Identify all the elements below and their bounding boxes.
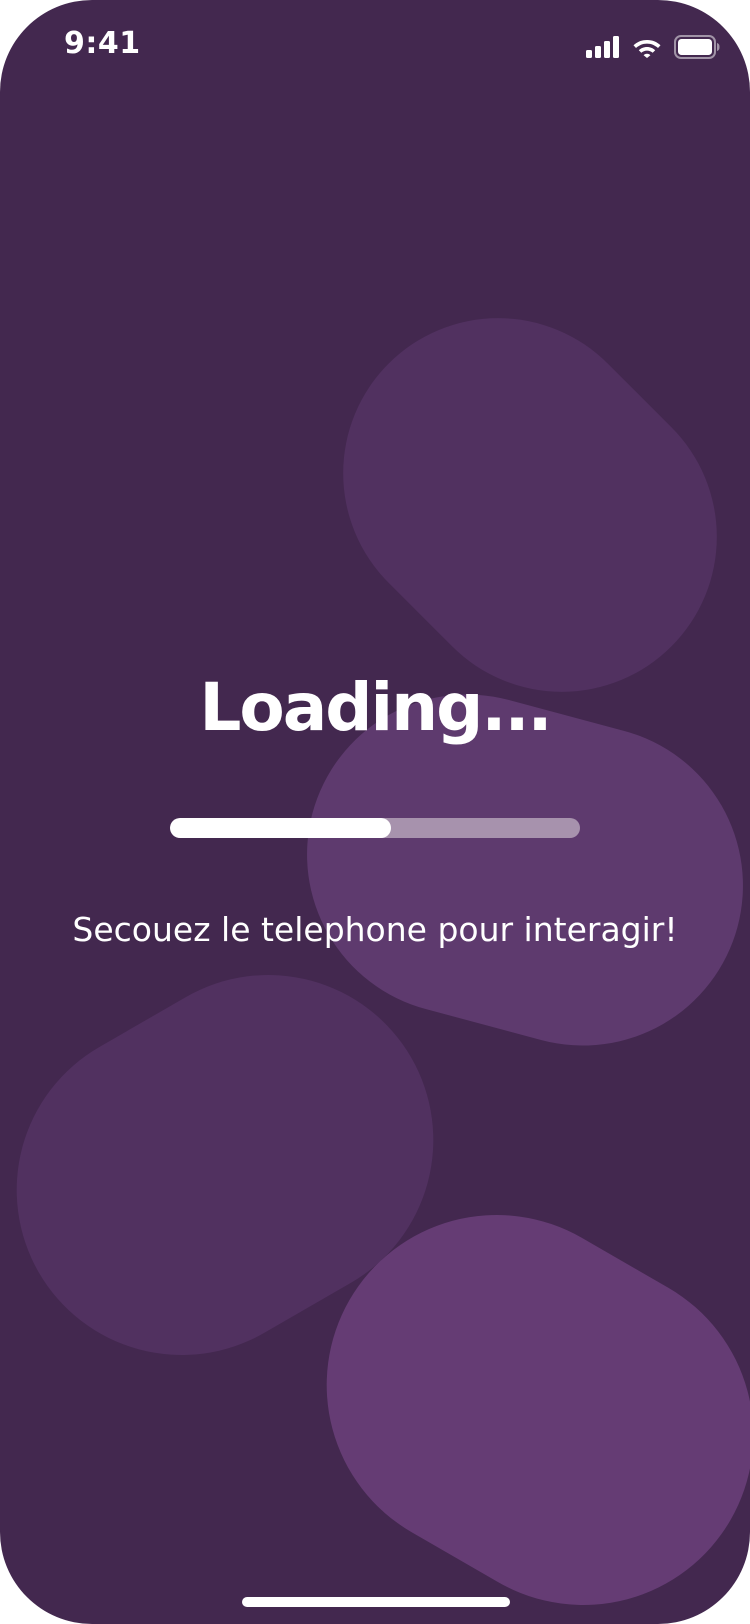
- status-bar: 9:41: [0, 0, 750, 92]
- progress-fill: [170, 818, 392, 838]
- battery-icon: [674, 35, 720, 59]
- wifi-icon: [632, 36, 662, 58]
- shake-hint-text: Secouez le telephone pour interagir!: [72, 910, 678, 949]
- cellular-signal-icon: [586, 36, 620, 58]
- status-time: 9:41: [64, 26, 141, 61]
- loading-title: Loading...: [199, 669, 552, 746]
- home-indicator[interactable]: [242, 1597, 510, 1607]
- progress-bar: [170, 818, 580, 838]
- status-icons: [586, 32, 720, 62]
- loading-screen: 9:41 Loading... Secouez le telephone pou…: [0, 0, 750, 1624]
